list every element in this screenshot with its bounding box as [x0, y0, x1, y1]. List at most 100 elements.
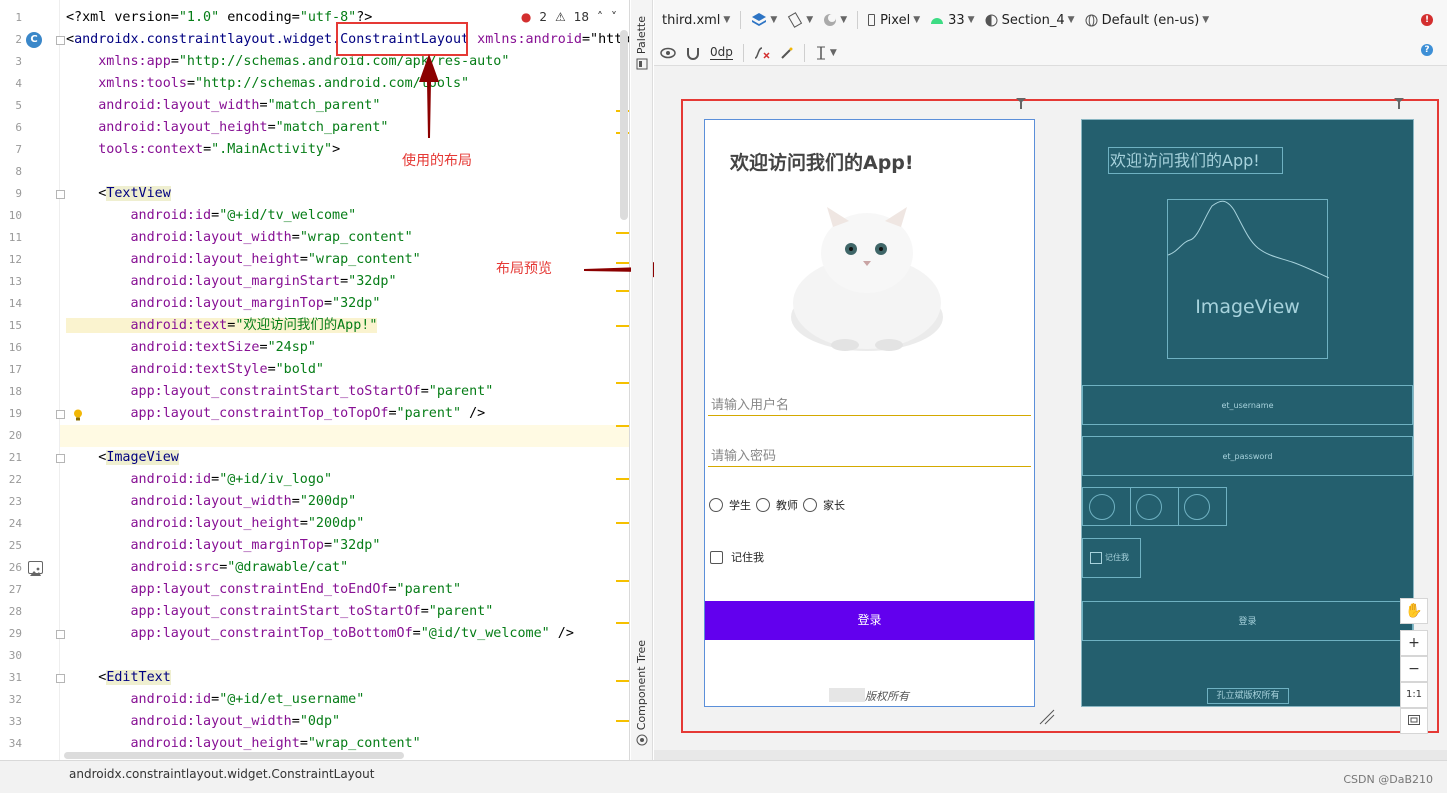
pin-icon[interactable]: [1016, 98, 1026, 110]
line-number[interactable]: 32: [0, 689, 22, 711]
stripe-mark[interactable]: [616, 325, 629, 327]
code-line[interactable]: app:layout_constraintTop_toBottomOf="@id…: [66, 623, 574, 645]
palette-icon[interactable]: [636, 58, 648, 70]
chevron-up-icon[interactable]: ˄: [597, 10, 603, 24]
code-line[interactable]: android:id="@+id/iv_logo": [66, 469, 333, 491]
stripe-mark[interactable]: [616, 580, 629, 582]
remember-me-checkbox[interactable]: 记住我: [710, 549, 764, 565]
locale-selector[interactable]: Default (en-us) ▼: [1085, 13, 1209, 28]
bp-image-view[interactable]: ImageView: [1167, 199, 1329, 359]
stripe-mark[interactable]: [616, 622, 629, 624]
line-number[interactable]: 3: [0, 51, 22, 73]
palette-tab[interactable]: Palette: [635, 16, 648, 54]
lightbulb-icon[interactable]: [73, 409, 83, 421]
code-line[interactable]: android:id="@+id/et_username": [66, 689, 365, 711]
line-number[interactable]: 19: [0, 403, 22, 425]
code-line[interactable]: android:layout_marginTop="32dp": [66, 535, 381, 557]
image-gutter-icon[interactable]: [28, 561, 43, 576]
code-line[interactable]: android:layout_height="wrap_content": [66, 249, 421, 271]
clear-constraints-button[interactable]: [754, 46, 770, 60]
bp-radio[interactable]: [1184, 494, 1210, 520]
help-icon[interactable]: ?: [1421, 44, 1433, 56]
line-number[interactable]: 26: [0, 557, 22, 579]
radio-teacher[interactable]: [756, 498, 770, 512]
line-number[interactable]: 23: [0, 491, 22, 513]
code-line[interactable]: <EditText: [66, 667, 171, 689]
line-number[interactable]: 2: [0, 29, 22, 51]
stripe-mark[interactable]: [616, 425, 629, 427]
code-line[interactable]: android:src="@drawable/cat": [66, 557, 349, 579]
line-number[interactable]: 20: [0, 425, 22, 447]
code-line[interactable]: android:layout_height="match_parent": [66, 117, 388, 139]
cat-image[interactable]: [785, 205, 949, 355]
bp-radio-group[interactable]: [1082, 487, 1227, 526]
design-surface-button[interactable]: ▼: [751, 12, 777, 28]
night-mode-button[interactable]: ▼: [823, 13, 847, 27]
bp-copyright[interactable]: 孔立斌版权所有: [1207, 688, 1289, 704]
line-number[interactable]: 1: [0, 7, 22, 29]
zoom-to-fit-button[interactable]: [1400, 708, 1428, 734]
code-line[interactable]: android:text="欢迎访问我们的App!": [66, 315, 378, 337]
welcome-text[interactable]: 欢迎访问我们的App!: [730, 148, 914, 175]
line-number[interactable]: 22: [0, 469, 22, 491]
line-number[interactable]: 11: [0, 227, 22, 249]
design-horizontal-scrollbar[interactable]: [654, 750, 1447, 760]
username-input[interactable]: 请输入用户名: [708, 388, 1031, 416]
bp-password-field[interactable]: et_password: [1082, 436, 1413, 476]
class-gutter-icon[interactable]: C: [26, 32, 42, 48]
design-panel[interactable]: third.xml ▼ ▼ ▼ ▼ Pixel ▼ 33 ▼ Section_4 ▼ D…: [654, 0, 1447, 760]
code-line[interactable]: android:id="@+id/tv_welcome": [66, 205, 357, 227]
code-editor[interactable]: 1 2 3 4 5 6 7 8 9 10 11 12 13 14 15 16 17 18 19 20 21 22 23 24 2…: [0, 0, 630, 760]
issues-icon[interactable]: !: [1421, 14, 1433, 26]
stripe-mark[interactable]: [616, 522, 629, 524]
radio-student[interactable]: [709, 498, 723, 512]
line-number[interactable]: 6: [0, 117, 22, 139]
bp-login-button[interactable]: 登录: [1082, 601, 1413, 641]
line-number[interactable]: 25: [0, 535, 22, 557]
resize-handle-icon[interactable]: [1038, 708, 1056, 726]
line-number[interactable]: 27: [0, 579, 22, 601]
bp-radio[interactable]: [1089, 494, 1115, 520]
device-selector[interactable]: Pixel ▼: [868, 13, 920, 28]
stripe-mark[interactable]: [616, 720, 629, 722]
code-line[interactable]: android:layout_width="0dp": [66, 711, 341, 733]
code-line[interactable]: android:textStyle="bold": [66, 359, 325, 381]
line-number[interactable]: 24: [0, 513, 22, 535]
code-line[interactable]: android:layout_height="200dp": [66, 513, 365, 535]
stripe-mark[interactable]: [616, 680, 629, 682]
bp-remember-checkbox[interactable]: 记住我: [1082, 538, 1141, 578]
checkbox-box[interactable]: [710, 550, 723, 564]
code-line[interactable]: <?xml version="1.0" encoding="utf-8"?>: [66, 7, 372, 29]
radio-parent[interactable]: [803, 498, 817, 512]
fold-marker[interactable]: [56, 630, 65, 639]
code-line[interactable]: app:layout_constraintStart_toStartOf="pa…: [66, 601, 494, 623]
line-number[interactable]: 33: [0, 711, 22, 733]
code-line[interactable]: xmlns:tools="http://schemas.android.com/…: [66, 73, 469, 95]
code-line[interactable]: <ImageView: [66, 447, 179, 469]
component-tree-tab[interactable]: Component Tree: [635, 640, 648, 730]
stripe-mark[interactable]: [616, 290, 629, 292]
password-input[interactable]: 请输入密码: [708, 439, 1031, 467]
line-number[interactable]: 18: [0, 381, 22, 403]
line-number[interactable]: 15: [0, 315, 22, 337]
line-number[interactable]: 14: [0, 293, 22, 315]
fold-marker[interactable]: [56, 410, 65, 419]
line-number[interactable]: 4: [0, 73, 22, 95]
line-number[interactable]: 8: [0, 161, 22, 183]
view-options-button[interactable]: [660, 47, 676, 59]
line-number[interactable]: 31: [0, 667, 22, 689]
design-preview[interactable]: 欢迎访问我们的App! 请输入用户名 请输入密码 学生 教师 家长 记住我 登录…: [704, 119, 1035, 707]
code-line[interactable]: android:layout_width="200dp": [66, 491, 357, 513]
bp-welcome-text[interactable]: 欢迎访问我们的App!: [1108, 147, 1283, 174]
line-number[interactable]: 17: [0, 359, 22, 381]
line-number[interactable]: 10: [0, 205, 22, 227]
file-selector[interactable]: third.xml ▼: [662, 13, 730, 28]
login-button[interactable]: 登录: [705, 601, 1034, 640]
inspection-status[interactable]: ● 2 ⚠ 18 ˄ ˅: [521, 10, 617, 24]
code-line[interactable]: tools:context=".MainActivity">: [66, 139, 340, 161]
horizontal-scrollbar[interactable]: [64, 752, 404, 759]
line-number[interactable]: 29: [0, 623, 22, 645]
line-number[interactable]: 34: [0, 733, 22, 755]
line-number[interactable]: 5: [0, 95, 22, 117]
code-line[interactable]: app:layout_constraintStart_toStartOf="pa…: [66, 381, 494, 403]
